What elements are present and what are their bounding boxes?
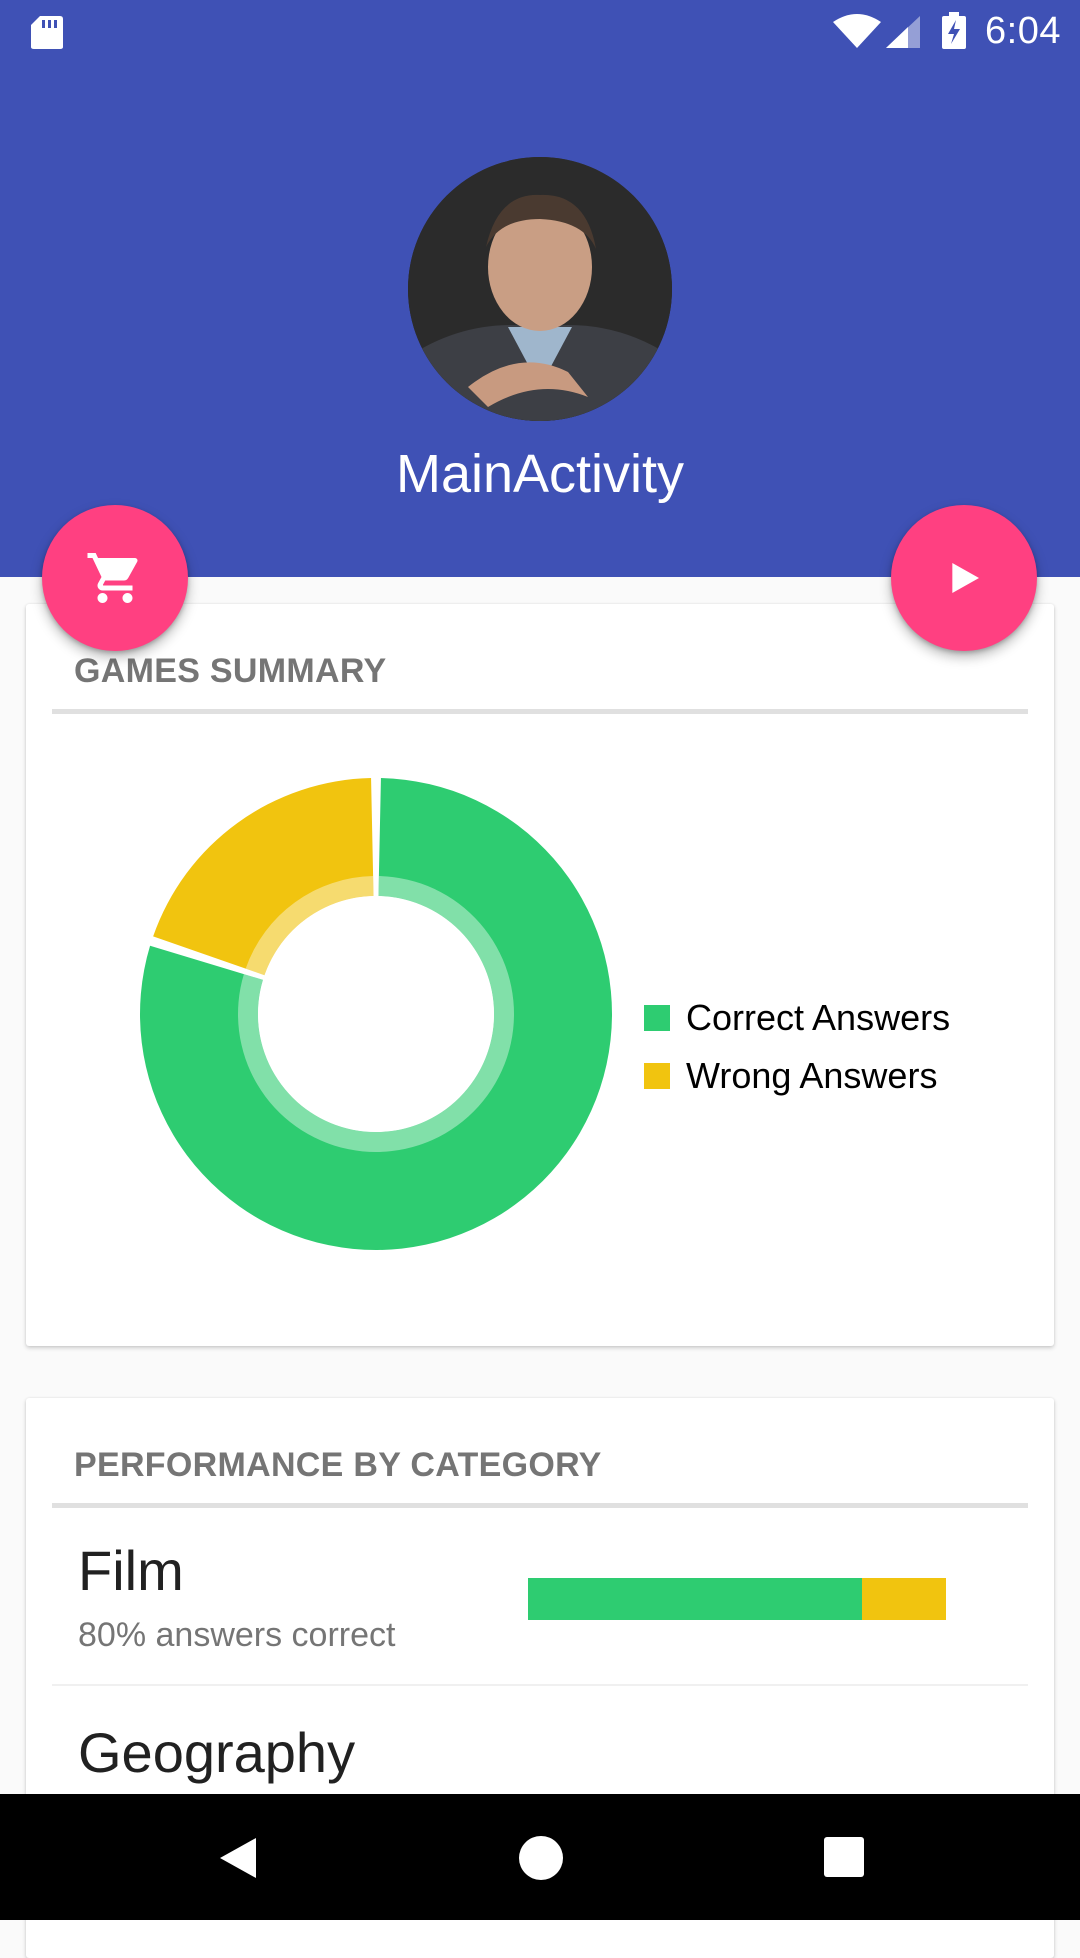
row-divider [52,1684,1028,1686]
shopping-cart-icon [87,553,138,603]
avatar[interactable] [408,157,672,421]
profile-photo [408,157,672,421]
card-divider [52,709,1028,714]
app-header: 6:04 MainActivity [0,0,1080,577]
page-title: MainActivity [395,444,685,504]
performance-title: PERFORMANCE BY CATEGORY [74,1446,602,1484]
status-time: 6:04 [985,10,1061,52]
legend-swatch-wrong [644,1063,670,1089]
category-name: Geography [78,1721,356,1784]
card-divider [52,1503,1028,1508]
legend-item-wrong: Wrong Answers [644,1047,950,1105]
games-summary-card: GAMES SUMMARY Correct Answers Wrong Answ… [26,604,1054,1346]
play-icon [952,563,979,593]
status-bar: 6:04 [0,0,1080,63]
recents-icon[interactable] [823,1836,865,1878]
category-row-film[interactable]: Film 80% answers correct [52,1538,1028,1688]
back-icon[interactable] [214,1834,262,1882]
play-fab-button[interactable] [891,505,1037,651]
donut-chart[interactable] [126,764,626,1264]
legend-label-correct: Correct Answers [686,997,951,1038]
wifi-icon [833,14,881,48]
cell-signal-icon [886,16,920,48]
games-summary-title: GAMES SUMMARY [74,652,387,690]
category-name: Film [78,1539,184,1602]
category-progress-bar [528,1578,946,1620]
sd-card-icon [31,16,63,49]
category-subtitle: 80% answers correct [78,1616,396,1654]
category-progress-correct [528,1578,863,1620]
chart-legend: Correct Answers Wrong Answers [644,989,950,1105]
system-nav-bar [0,1794,1080,1920]
donut-hole [258,896,494,1132]
battery-charging-icon [942,12,966,49]
shop-fab-button[interactable] [42,505,188,651]
legend-label-wrong: Wrong Answers [686,1055,938,1096]
legend-swatch-correct [644,1005,670,1031]
home-icon[interactable] [517,1834,565,1882]
legend-item-correct: Correct Answers [644,989,950,1047]
